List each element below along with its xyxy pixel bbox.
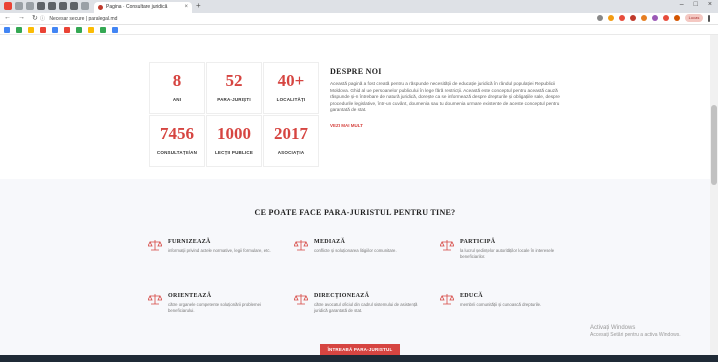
bookmark-icon[interactable] xyxy=(4,27,10,33)
stat-association: 2017 ASOCIAȚIA xyxy=(263,115,319,167)
extensions: Lucas xyxy=(597,14,710,22)
stat-value: 8 xyxy=(172,71,182,90)
stat-label: PARA-JURIȘTI xyxy=(217,97,251,102)
menu-icon[interactable] xyxy=(708,14,710,22)
tab-icon[interactable] xyxy=(37,2,45,10)
service-title: DIRECȚIONEAZĂ xyxy=(314,293,370,299)
extension-icon[interactable] xyxy=(652,15,658,21)
about-section: DESPRE NOI Această pagină a fost creată … xyxy=(330,67,570,128)
stat-value: 7456 xyxy=(160,124,194,143)
scales-icon xyxy=(294,240,308,251)
nav-buttons: ← → ↻ xyxy=(4,14,38,22)
stat-public-lessons: 1000 LECȚII PUBLICE xyxy=(206,115,262,167)
address-bar: ← → ↻ ⓘ Necesar secure | paralegal.md Lu… xyxy=(0,13,718,25)
favicon-icon xyxy=(98,5,103,10)
service-desc: către organele competente soluționării p… xyxy=(168,302,261,313)
profile-button[interactable]: Lucas xyxy=(685,14,703,22)
tab-icon[interactable] xyxy=(81,2,89,10)
stat-localities: 40+ LOCALITĂȚI xyxy=(263,62,319,114)
service-desc: la lucrul ședințelor autorităților local… xyxy=(460,248,555,259)
service-desc: membrii comunității și cunoască drepturi… xyxy=(460,302,542,307)
extension-icon[interactable] xyxy=(619,15,625,21)
scales-icon xyxy=(440,240,454,251)
bookmark-icon[interactable] xyxy=(64,27,70,33)
stat-label: LOCALITĂȚI xyxy=(276,97,306,102)
reload-icon[interactable]: ↻ xyxy=(32,14,38,22)
bookmark-star-icon[interactable] xyxy=(597,15,603,21)
service-desc: conflicte și soluționarea litigiilor com… xyxy=(314,248,397,253)
service-title: ORIENTEAZĂ xyxy=(168,293,212,299)
bookmark-icon[interactable] xyxy=(100,27,106,33)
activation-subtitle: Accesați Setări pentru a activa Windows. xyxy=(590,332,681,338)
extension-icon[interactable] xyxy=(674,15,680,21)
bookmark-icon[interactable] xyxy=(112,27,118,33)
tab-icon[interactable] xyxy=(70,2,78,10)
back-icon[interactable]: ← xyxy=(4,14,11,22)
bookmark-icon[interactable] xyxy=(16,27,22,33)
stat-label: ASOCIAȚIA xyxy=(277,150,305,155)
url-text: Necesar secure | paralegal.md xyxy=(49,16,118,22)
maximize-button[interactable]: □ xyxy=(694,1,698,8)
service-title: FURNIZEAZĂ xyxy=(168,239,211,245)
taskbar xyxy=(0,355,718,362)
stat-value: 2017 xyxy=(274,124,308,143)
minimize-button[interactable]: – xyxy=(680,1,684,8)
new-tab-button[interactable]: + xyxy=(196,1,201,10)
about-text: Această pagină a fost creată pentru a ră… xyxy=(330,81,560,113)
extension-icon[interactable] xyxy=(641,15,647,21)
services-heading: CE POATE FACE PARA-JURISTUL PENTRU TINE? xyxy=(254,208,456,217)
activation-title: Activați Windows xyxy=(590,325,636,331)
bookmarks-bar xyxy=(0,25,718,35)
tab-title: Pagina · Consultare juridică xyxy=(106,4,168,10)
scales-icon xyxy=(148,240,162,251)
window-controls: – □ × xyxy=(680,1,712,8)
stat-consultations: 7456 CONSULTAȚII/AN xyxy=(149,115,205,167)
see-more-link[interactable]: VEZI MAI MULT xyxy=(330,123,570,128)
close-window-button[interactable]: × xyxy=(708,1,712,8)
stat-value: 52 xyxy=(225,71,243,90)
forward-icon[interactable]: → xyxy=(18,14,25,22)
bookmark-icon[interactable] xyxy=(88,27,94,33)
scales-icon xyxy=(440,294,454,305)
extension-icon[interactable] xyxy=(663,15,669,21)
info-icon[interactable]: ⓘ xyxy=(40,16,45,22)
stat-label: LECȚII PUBLICE xyxy=(214,150,254,155)
stat-paralegals: 52 PARA-JURIȘTI xyxy=(206,62,262,114)
stat-years: 8 ANI xyxy=(149,62,205,114)
tab-bar: Pagina · Consultare juridică × + – □ × xyxy=(0,0,718,13)
bookmark-icon[interactable] xyxy=(40,27,46,33)
tab-icon[interactable] xyxy=(48,2,56,10)
scales-icon xyxy=(294,294,308,305)
bookmark-icon[interactable] xyxy=(52,27,58,33)
service-desc: informații privind actele normative, leg… xyxy=(168,248,271,253)
stat-value: 40+ xyxy=(277,71,305,90)
stat-label: CONSULTAȚII/AN xyxy=(156,150,198,155)
pinned-tabs xyxy=(4,2,89,10)
stats-grid: 8 ANI 52 PARA-JURIȘTI 40+ LOCALITĂȚI 745… xyxy=(149,62,319,168)
gmail-icon[interactable] xyxy=(4,2,12,10)
tab-icon[interactable] xyxy=(15,2,23,10)
extension-icon[interactable] xyxy=(630,15,636,21)
active-tab[interactable]: Pagina · Consultare juridică × xyxy=(94,2,192,13)
stat-value: 1000 xyxy=(217,124,251,143)
extension-icon[interactable] xyxy=(608,15,614,21)
windows-activation-watermark: Activați Windows Accesați Setări pentru … xyxy=(590,325,681,339)
scrollbar[interactable] xyxy=(710,35,718,362)
stat-label: ANI xyxy=(172,97,182,102)
scales-icon xyxy=(148,294,162,305)
close-tab-icon[interactable]: × xyxy=(184,2,188,13)
service-title: MEDIAZĂ xyxy=(314,239,346,245)
bookmark-icon[interactable] xyxy=(76,27,82,33)
about-title: DESPRE NOI xyxy=(330,67,382,76)
tab-icon[interactable] xyxy=(59,2,67,10)
scroll-thumb[interactable] xyxy=(711,105,717,185)
bookmark-icon[interactable] xyxy=(28,27,34,33)
url-field[interactable]: ⓘ Necesar secure | paralegal.md xyxy=(40,15,600,23)
service-desc: către avocatul oficiul din cadrul sistem… xyxy=(314,302,418,313)
tab-icon[interactable] xyxy=(26,2,34,10)
service-title: PARTICIPĂ xyxy=(460,239,496,245)
service-title: EDUCĂ xyxy=(460,293,483,299)
